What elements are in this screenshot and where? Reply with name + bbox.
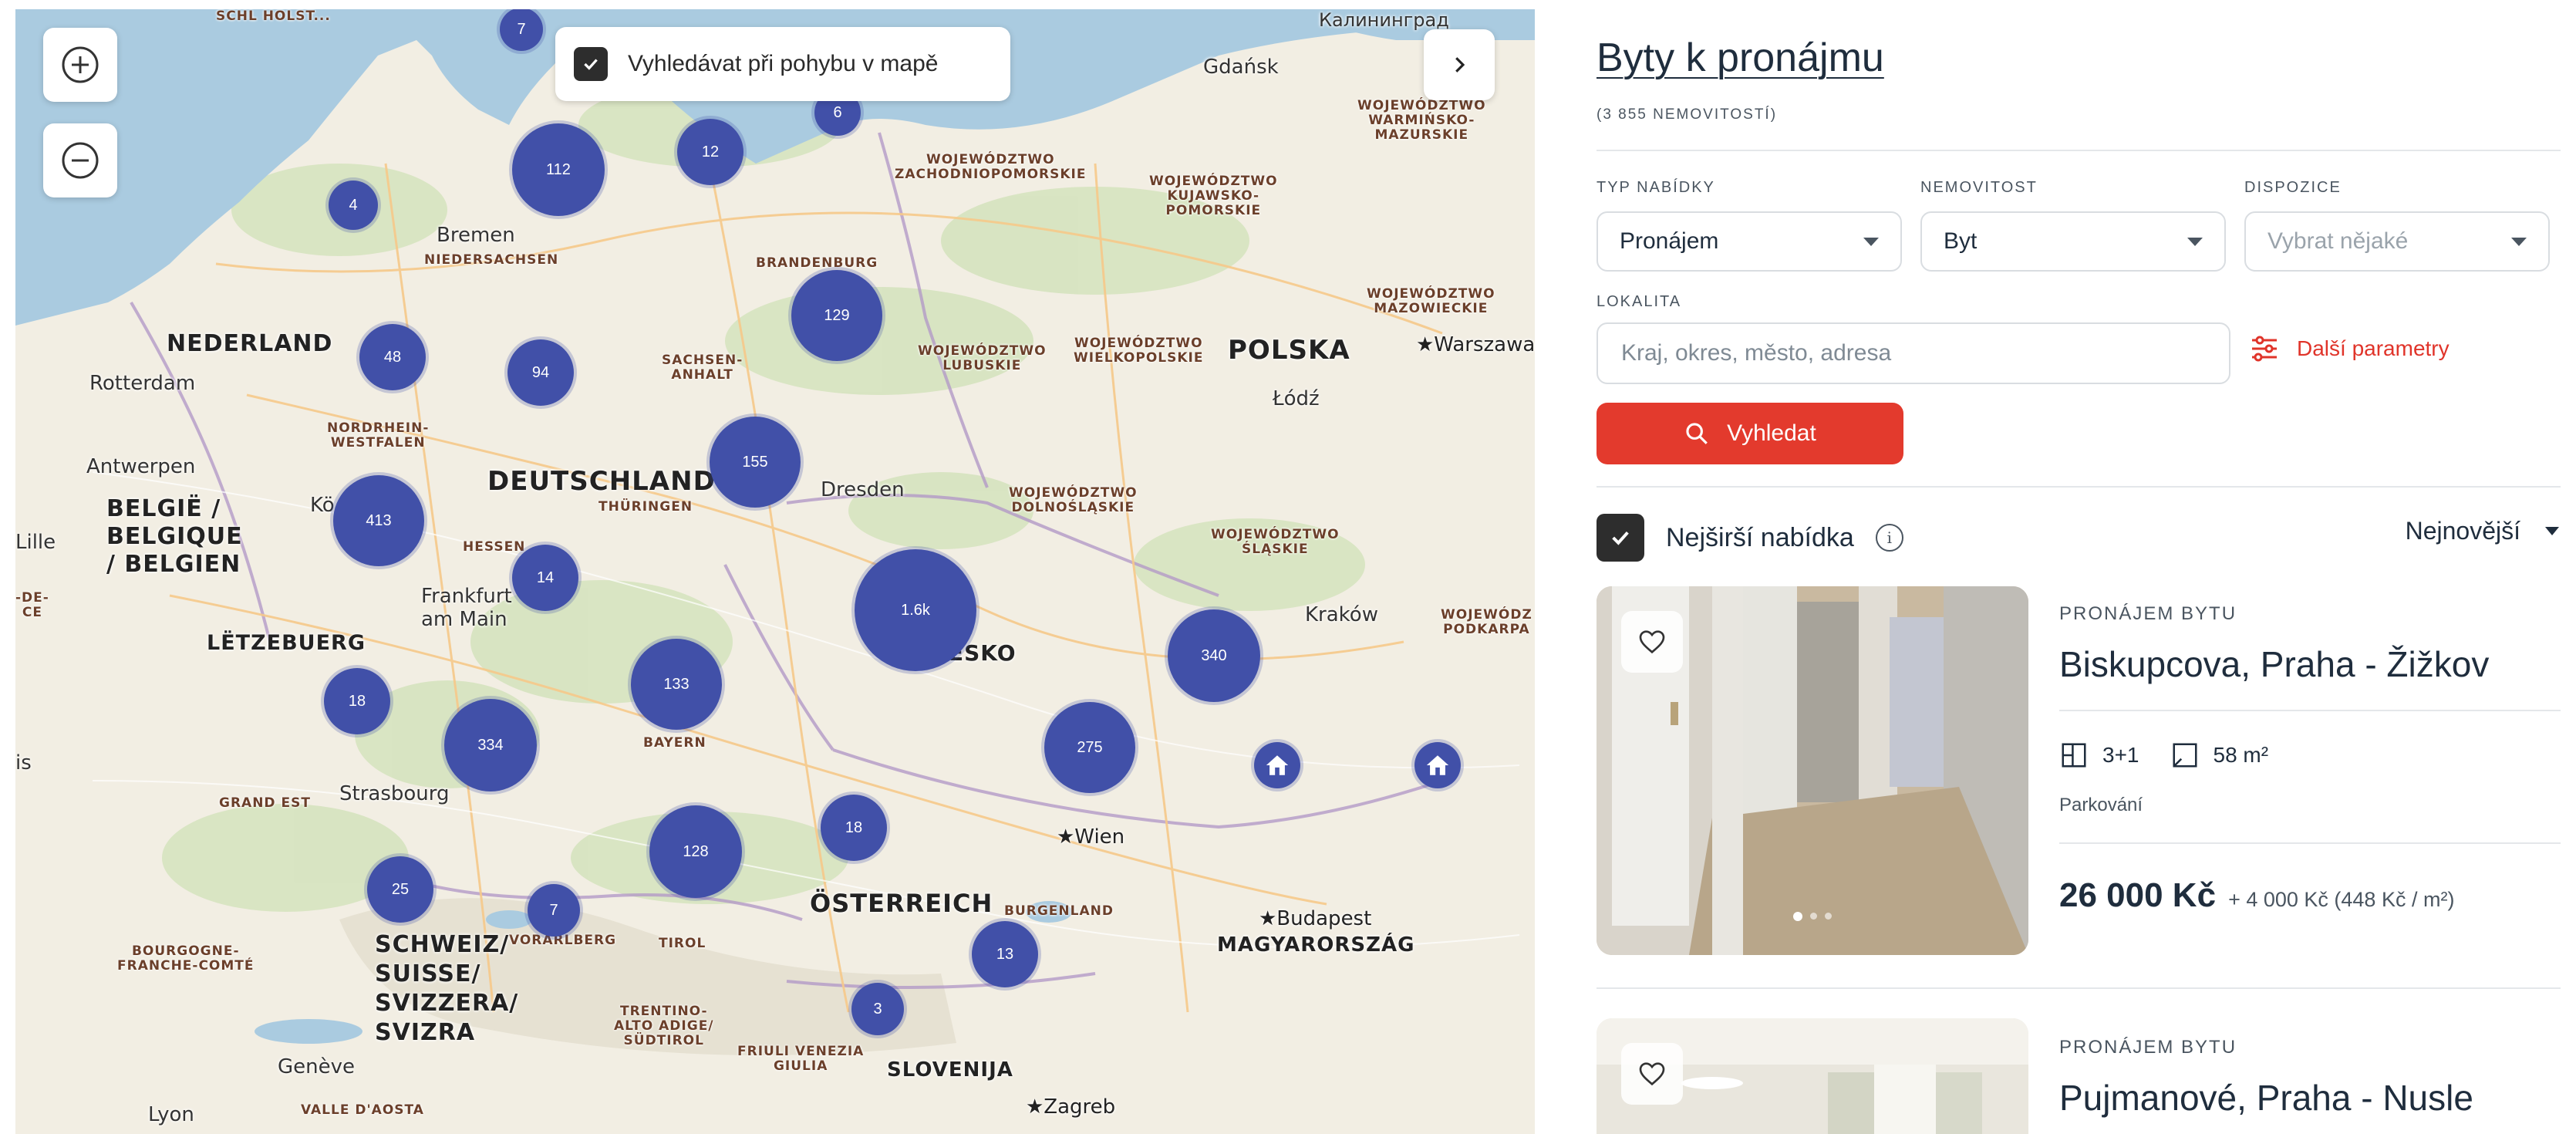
zoom-in-button[interactable] bbox=[43, 28, 117, 102]
home-icon bbox=[1266, 755, 1289, 775]
search-on-move-toggle[interactable]: Vyhledávat při pohybu v mapě bbox=[555, 27, 1010, 101]
offer-type-select[interactable]: Pronájem bbox=[1597, 211, 1902, 272]
divider bbox=[1597, 150, 2561, 151]
heart-icon bbox=[1639, 630, 1665, 654]
map-cluster[interactable]: 275 bbox=[1044, 702, 1135, 793]
chevron-down-icon bbox=[1863, 237, 1879, 246]
divider bbox=[1597, 486, 2561, 488]
map-cluster[interactable]: 7 bbox=[528, 884, 580, 937]
chevron-right-icon bbox=[1455, 57, 1465, 73]
collapse-map-button[interactable] bbox=[1424, 29, 1495, 100]
search-button-label: Vyhledat bbox=[1727, 420, 1816, 446]
listing-card[interactable]: PRONÁJEM BYTU Biskupcova, Praha - Žižkov… bbox=[1597, 586, 2561, 957]
search-on-move-label: Vyhledávat při pohybu v mapě bbox=[628, 51, 939, 76]
favorite-button[interactable] bbox=[1621, 1043, 1683, 1105]
floorplan-icon bbox=[2062, 743, 2086, 768]
map-cluster[interactable]: 112 bbox=[512, 123, 605, 216]
map-cluster[interactable]: 7 bbox=[500, 9, 543, 51]
area-icon bbox=[2172, 743, 2197, 768]
map-cluster[interactable]: 334 bbox=[444, 699, 537, 791]
map-cluster[interactable]: 18 bbox=[324, 668, 390, 734]
divider bbox=[1597, 987, 2561, 989]
divider bbox=[2059, 842, 2561, 844]
widest-offer-checkbox[interactable] bbox=[1597, 514, 1644, 562]
map-cluster[interactable]: 128 bbox=[649, 805, 742, 898]
divider bbox=[2059, 710, 2561, 711]
map-cluster[interactable]: 25 bbox=[367, 856, 433, 923]
listing-type: PRONÁJEM BYTU bbox=[2059, 603, 2237, 624]
layout-placeholder: Vybrat nějaké bbox=[2267, 228, 2409, 254]
listing-area: 58 m² bbox=[2213, 743, 2269, 767]
map-cluster[interactable]: 48 bbox=[359, 324, 426, 390]
offer-type-label: TYP NABÍDKY bbox=[1597, 179, 1715, 196]
checkmark-icon bbox=[584, 59, 598, 70]
plus-icon bbox=[62, 46, 99, 83]
layout-label: DISPOZICE bbox=[2244, 179, 2342, 196]
sort-select[interactable]: Nejnovější bbox=[2406, 517, 2559, 545]
map-cluster[interactable]: 13 bbox=[972, 921, 1038, 987]
chevron-down-icon bbox=[2545, 527, 2559, 535]
photo-pagination bbox=[1793, 912, 1832, 921]
property-select[interactable]: Byt bbox=[1920, 211, 2226, 272]
map-cluster[interactable]: 133 bbox=[631, 639, 722, 730]
minus-icon bbox=[62, 142, 99, 179]
map-cluster[interactable]: 4 bbox=[329, 181, 378, 230]
search-icon bbox=[1686, 423, 1708, 444]
chevron-down-icon bbox=[2187, 237, 2203, 246]
home-icon bbox=[1426, 755, 1449, 775]
map-cluster[interactable]: 12 bbox=[677, 119, 743, 185]
listing-layout: 3+1 bbox=[2102, 743, 2139, 767]
map-cluster[interactable]: 3 bbox=[851, 983, 904, 1035]
checkmark-icon bbox=[1612, 531, 1629, 545]
favorite-button[interactable] bbox=[1621, 611, 1683, 673]
listing-photo[interactable] bbox=[1597, 586, 2028, 955]
info-icon[interactable]: i bbox=[1875, 524, 1903, 552]
widest-offer-toggle[interactable]: Nejširší nabídka i bbox=[1597, 514, 1903, 562]
map-cluster[interactable]: 14 bbox=[512, 545, 578, 611]
location-input[interactable] bbox=[1597, 322, 2230, 384]
map-cluster[interactable]: 18 bbox=[821, 795, 887, 861]
zoom-out-button[interactable] bbox=[43, 123, 117, 197]
layout-select[interactable]: Vybrat nějaké bbox=[2244, 211, 2550, 272]
map-view[interactable]: SCHL HOLST... WOJEWÓDZTWO ZACHODNIOPOMOR… bbox=[15, 9, 1535, 1134]
listing-tag: Parkování bbox=[2059, 795, 2143, 815]
chevron-down-icon bbox=[2511, 237, 2527, 246]
listing-price-row: 26 000 Kč + 4 000 Kč (448 Kč / m²) bbox=[2059, 876, 2454, 915]
map-cluster[interactable]: 94 bbox=[507, 339, 574, 406]
property-label: NEMOVITOST bbox=[1920, 179, 2038, 196]
map-cluster[interactable]: 1.6k bbox=[855, 549, 976, 671]
listing-features: 3+1 58 m² bbox=[2059, 741, 2285, 770]
listing-price-extra: + 4 000 Kč (448 Kč / m²) bbox=[2228, 888, 2455, 911]
results-panel: Byty k pronájmu (3 855 NEMOVITOSTÍ) TYP … bbox=[1550, 0, 2576, 1134]
map-cluster[interactable]: 155 bbox=[710, 417, 801, 508]
listing-title[interactable]: Biskupcova, Praha - Žižkov bbox=[2059, 643, 2489, 685]
sort-value: Nejnovější bbox=[2405, 517, 2520, 545]
listing-photo[interactable] bbox=[1597, 1018, 2028, 1134]
page-title[interactable]: Byty k pronájmu bbox=[1597, 35, 1884, 81]
location-label: LOKALITA bbox=[1597, 293, 1682, 310]
heart-icon bbox=[1639, 1062, 1665, 1086]
listing-type: PRONÁJEM BYTU bbox=[2059, 1037, 2237, 1058]
property-pin[interactable] bbox=[1414, 742, 1461, 788]
listing-card[interactable]: PRONÁJEM BYTU Pujmanové, Praha - Nusle bbox=[1597, 1018, 2561, 1134]
map-cluster[interactable]: 129 bbox=[791, 270, 882, 361]
map-cluster[interactable]: 340 bbox=[1168, 609, 1260, 702]
listing-price: 26 000 Kč bbox=[2059, 876, 2217, 914]
sliders-icon bbox=[2252, 336, 2277, 362]
search-button[interactable]: Vyhledat bbox=[1597, 403, 1903, 464]
property-value: Byt bbox=[1944, 228, 1978, 254]
more-params-label: Další parametry bbox=[2297, 336, 2450, 360]
map-tiles bbox=[15, 9, 1535, 1134]
more-params-link[interactable]: Další parametry bbox=[2249, 333, 2450, 364]
listing-title[interactable]: Pujmanové, Praha - Nusle bbox=[2059, 1077, 2473, 1119]
map-cluster[interactable]: 413 bbox=[333, 475, 424, 566]
offer-type-value: Pronájem bbox=[1620, 228, 1719, 254]
results-count: (3 855 NEMOVITOSTÍ) bbox=[1597, 106, 1778, 123]
search-on-move-checkbox[interactable] bbox=[574, 47, 608, 81]
widest-offer-label: Nejširší nabídka bbox=[1666, 522, 1854, 552]
property-pin[interactable] bbox=[1254, 742, 1300, 788]
